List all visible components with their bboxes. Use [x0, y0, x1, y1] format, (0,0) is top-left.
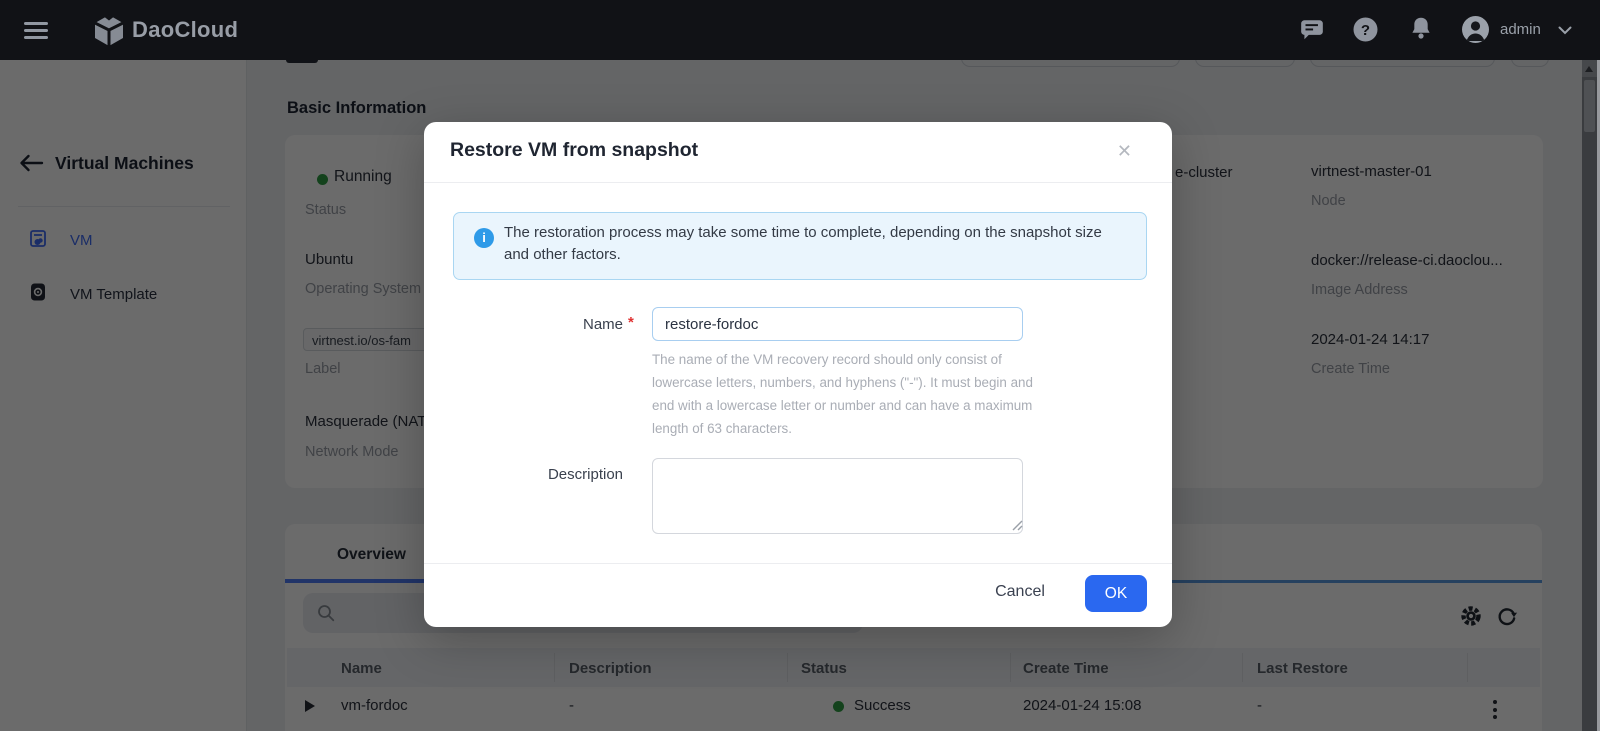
hamburger-menu-icon[interactable] — [24, 22, 50, 40]
messages-icon[interactable] — [1299, 17, 1325, 43]
chevron-down-icon[interactable] — [1558, 26, 1572, 35]
notifications-bell-icon[interactable] — [1408, 15, 1434, 43]
modal-title: Restore VM from snapshot — [450, 139, 698, 162]
brand-name[interactable]: DaoCloud — [132, 17, 238, 43]
name-field-label: Name — [460, 316, 623, 333]
daocloud-logo-icon[interactable] — [92, 13, 126, 47]
modal-header-divider — [424, 182, 1172, 183]
svg-text:?: ? — [1361, 22, 1370, 39]
scrollbar-up-button[interactable] — [1582, 60, 1597, 77]
name-input[interactable] — [652, 307, 1023, 341]
description-field-label: Description — [460, 466, 623, 483]
info-alert-text: The restoration process may take some ti… — [504, 222, 1104, 266]
restore-vm-modal: Restore VM from snapshot ✕ i The restora… — [424, 122, 1172, 627]
name-help-text: The name of the VM recovery record shoul… — [652, 348, 1050, 440]
scroll-up-arrow-icon — [1585, 66, 1593, 72]
help-icon[interactable]: ? — [1352, 16, 1379, 43]
user-avatar[interactable] — [1461, 15, 1490, 44]
textarea-resize-handle[interactable] — [1010, 518, 1024, 532]
vertical-scrollbar[interactable] — [1582, 60, 1597, 731]
top-header: DaoCloud ? admin — [0, 0, 1600, 60]
description-textarea[interactable] — [652, 458, 1023, 534]
info-alert: i The restoration process may take some … — [453, 212, 1147, 280]
close-icon[interactable]: ✕ — [1117, 141, 1132, 162]
modal-footer-divider — [424, 563, 1172, 564]
info-icon: i — [474, 228, 494, 248]
cancel-button[interactable]: Cancel — [985, 578, 1055, 606]
scrollbar-thumb[interactable] — [1584, 80, 1595, 132]
username-label[interactable]: admin — [1500, 21, 1541, 38]
ok-button[interactable]: OK — [1085, 575, 1147, 612]
required-asterisk: * — [628, 314, 634, 331]
app-root: Virtual Machines VM VM Template Basic In… — [0, 0, 1600, 731]
